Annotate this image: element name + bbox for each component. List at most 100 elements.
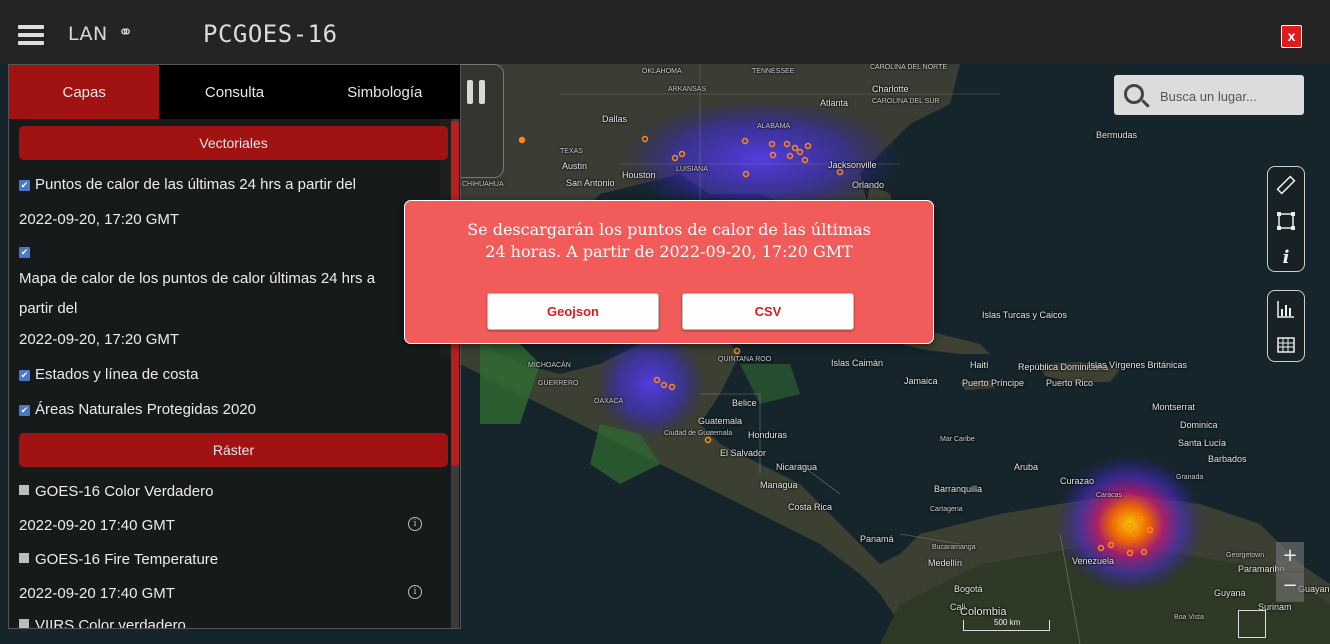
map-label: Montserrat	[1152, 402, 1196, 412]
map-label: Managua	[760, 480, 798, 490]
checkbox-checked-icon[interactable]: ✔	[19, 370, 30, 381]
measure-tools: i	[1267, 166, 1305, 272]
dialog-message: Se descargarán los puntos de calor de la…	[467, 220, 871, 261]
map-label: CAROLINA DEL NORTE	[870, 64, 948, 71]
map-label: LUISIANA	[676, 166, 708, 173]
download-dialog: Se descargarán los puntos de calor de la…	[404, 200, 934, 344]
map-label: Islas Caimán	[831, 358, 884, 368]
checkbox-checked-icon[interactable]: ✔	[19, 247, 30, 258]
checkbox-unchecked-icon[interactable]	[19, 485, 29, 495]
map-label: ALABAMA	[757, 123, 791, 130]
top-bar: LAN ⚭ PCGOES-16 x	[0, 0, 1330, 64]
map-label: Bogotá	[954, 584, 983, 594]
checkbox-checked-icon[interactable]: ✔	[19, 180, 30, 191]
map-label: Nicaragua	[776, 462, 818, 472]
map-label: Puerto Príncipe	[962, 378, 1025, 388]
panel-scrollbar[interactable]	[451, 119, 459, 628]
layer-row-heatmap[interactable]: ✔	[19, 243, 35, 260]
pause-icon[interactable]	[467, 80, 487, 104]
geojson-button[interactable]: Geojson	[487, 293, 659, 330]
tab-simbologia[interactable]: Simbología	[309, 65, 460, 119]
map-label: Haití	[970, 360, 989, 370]
map-label: Medellín	[928, 558, 963, 568]
map-label: Caracas	[1096, 492, 1123, 499]
map-label: TENNESSEE	[752, 68, 795, 75]
layer-row-protected-areas[interactable]: ✔ Áreas Naturales Protegidas 2020	[19, 401, 256, 418]
app-title: PCGOES-16	[203, 20, 338, 48]
map-label: Islas Turcas y Caicos	[982, 310, 1068, 320]
table-icon[interactable]	[1268, 327, 1304, 363]
area-select-icon[interactable]	[1268, 203, 1304, 239]
map-label: Venezuela	[1072, 556, 1115, 566]
section-raster[interactable]: Ráster	[19, 433, 448, 467]
map-label: ARKANSAS	[668, 86, 707, 93]
map-label: Santa Lucía	[1178, 438, 1227, 448]
close-button[interactable]: x	[1281, 25, 1302, 48]
map-label: Houston	[622, 170, 656, 180]
scale-label: 500 km	[994, 618, 1021, 627]
zoom-in-button[interactable]: +	[1276, 542, 1304, 572]
tab-consulta[interactable]: Consulta	[159, 65, 310, 119]
map-label: Panamá	[860, 534, 894, 544]
data-tools	[1267, 290, 1305, 362]
search-box[interactable]	[1114, 75, 1304, 115]
zoom-out-button[interactable]: −	[1276, 572, 1304, 602]
map-label: Bucaramanga	[932, 544, 976, 551]
csv-button[interactable]: CSV	[682, 293, 854, 330]
layer-row-goes-true-color[interactable]: GOES-16 Color Verdadero	[19, 483, 213, 500]
layer-row-hotspots[interactable]: ✔ Puntos de calor de las últimas 24 hrs a…	[19, 176, 356, 193]
map-label: Guatemala	[698, 416, 743, 426]
map-label: Aruba	[1014, 462, 1039, 472]
layer-date: 2022-09-20 17:40 GMT	[19, 517, 175, 534]
scale-bar: 500 km	[963, 618, 1050, 631]
satellite-logo-icon: ⚭	[118, 22, 134, 43]
fullscreen-icon[interactable]	[1238, 610, 1266, 638]
map-label: Cartagena	[930, 506, 963, 513]
panel-tabs: Capas Consulta Simbología	[9, 65, 460, 119]
layer-date: 2022-09-20 17:40 GMT	[19, 585, 175, 602]
map-label: Barranquilla	[934, 484, 983, 494]
info-icon[interactable]: i	[408, 585, 422, 599]
search-input[interactable]	[1158, 85, 1302, 107]
chart-icon[interactable]	[1268, 291, 1304, 327]
map-label: Costa Rica	[788, 502, 833, 512]
layers-panel: Capas Consulta Simbología Vectoriales ✔ P…	[8, 64, 461, 629]
map-label: TEXAS	[560, 148, 583, 155]
map-label: Georgetown	[1226, 552, 1265, 559]
map-label: GUERRERO	[538, 380, 579, 387]
section-vectoriales[interactable]: Vectoriales	[19, 126, 448, 160]
tab-capas[interactable]: Capas	[9, 65, 160, 119]
map-label: Orlando	[852, 180, 885, 190]
layer-label-heatmap: Mapa de calor de los puntos de calor últ…	[19, 270, 376, 287]
layer-date: 2022-09-20, 17:20 GMT	[19, 211, 180, 228]
map-label: Jacksonville	[828, 160, 877, 170]
checkbox-checked-icon[interactable]: ✔	[19, 405, 30, 416]
layer-row-viirs[interactable]: VIIRS Color verdadero	[19, 617, 186, 628]
map-label: Austin	[562, 161, 588, 171]
info-icon[interactable]: i	[408, 517, 422, 531]
map-label: Colombia	[960, 606, 1007, 618]
map-label: Honduras	[748, 430, 788, 440]
map-label: Granada	[1176, 474, 1204, 481]
layer-row-states[interactable]: ✔ Estados y línea de costa	[19, 366, 198, 383]
map-label: CHIHUAHUA	[462, 181, 504, 188]
map-label: QUINTANA ROO	[718, 356, 772, 363]
map-label: Atlanta	[820, 98, 849, 108]
map-label: CAROLINA DEL SUR	[872, 98, 940, 105]
ruler-icon[interactable]	[1268, 167, 1304, 203]
info-tool-icon[interactable]: i	[1268, 239, 1304, 275]
map-label: San Antonio	[566, 178, 615, 188]
map-label: Guyana	[1214, 588, 1246, 598]
map-label: Ciudad de Guatemala	[664, 430, 733, 437]
map-label: Dominica	[1180, 420, 1218, 430]
map-label: MICHOACÁN	[528, 362, 571, 369]
checkbox-unchecked-icon[interactable]	[19, 553, 29, 563]
layer-row-goes-fire-temp[interactable]: GOES-16 Fire Temperature	[19, 551, 218, 568]
map-label: Bermudas	[1096, 130, 1138, 140]
map-label: Islas Vírgenes Británicas	[1088, 360, 1188, 370]
menu-icon[interactable]	[18, 25, 44, 45]
map-label: Jamaica	[904, 376, 938, 386]
checkbox-unchecked-icon[interactable]	[19, 619, 29, 628]
search-icon	[1124, 84, 1144, 104]
map-label: Barbados	[1208, 454, 1247, 464]
